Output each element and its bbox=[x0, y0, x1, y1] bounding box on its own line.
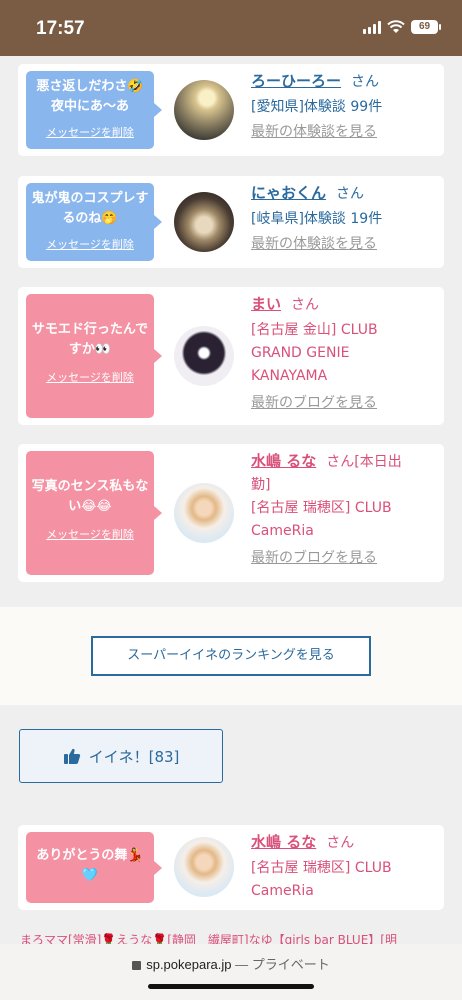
avatar[interactable] bbox=[174, 192, 234, 252]
user-name-link[interactable]: 水嶋 るな bbox=[251, 452, 316, 470]
message-bubble: サモエド行ったんですか👀 メッセージを削除 bbox=[26, 294, 162, 418]
message-card: ありがとうの舞💃🩵 水嶋 るな さん [名古屋 瑞穂区] CLUB CameRia bbox=[18, 825, 444, 910]
message-text: サモエド行ったんですか👀 bbox=[31, 322, 149, 357]
shop-name: CameRia bbox=[251, 523, 314, 539]
message-text: 写真のセンス私もない😂😂 bbox=[31, 479, 149, 514]
shop-name: KANAYAMA bbox=[251, 368, 328, 384]
message-bubble: 鬼が鬼のコスプレするのね🤭 メッセージを削除 bbox=[26, 183, 162, 261]
wifi-icon bbox=[387, 20, 405, 33]
user-detail: [岐阜県]体験談 19件 bbox=[251, 211, 383, 227]
avatar[interactable] bbox=[174, 326, 234, 386]
delete-message-link[interactable]: メッセージを削除 bbox=[30, 235, 150, 255]
thumbs-up-icon bbox=[63, 748, 80, 764]
shop-name: [名古屋 瑞穂区] CLUB bbox=[251, 500, 392, 516]
iine-label: イイネ！[83] bbox=[88, 747, 180, 766]
user-name-link[interactable]: ろーひーろー bbox=[251, 72, 341, 90]
browser-url-bar[interactable]: sp.pokepara.jp — プライベート bbox=[0, 944, 462, 1000]
user-info: 水嶋 るな さん [名古屋 瑞穂区] CLUB CameRia bbox=[251, 831, 434, 903]
latest-blog-link[interactable]: 最新のブログを見る bbox=[251, 392, 434, 415]
latest-blog-link[interactable]: 最新のブログを見る bbox=[251, 547, 434, 570]
message-text: 鬼が鬼のコスプレするのね🤭 bbox=[31, 191, 149, 226]
status-icons: 69 bbox=[363, 20, 441, 34]
status-bar: 17:57 69 bbox=[0, 0, 462, 56]
message-card: 写真のセンス私もない😂😂 メッセージを削除 水嶋 るな さん[本日出 勤] [名古… bbox=[18, 444, 444, 582]
ranking-section: スーパーイイネのランキングを見る bbox=[0, 607, 462, 705]
user-info: にゃおくん さん [岐阜県]体験談 19件 最新の体験談を見る bbox=[251, 182, 434, 256]
honorific: さん bbox=[336, 186, 365, 202]
url-separator: — bbox=[235, 957, 249, 972]
shop-name: 勤] bbox=[251, 477, 271, 493]
honorific: さん[本日出 bbox=[326, 454, 402, 470]
user-info: まい さん [名古屋 金山] CLUB GRAND GENIE KANAYAMA … bbox=[251, 293, 434, 415]
home-indicator[interactable] bbox=[148, 984, 314, 989]
url-domain: sp.pokepara.jp bbox=[146, 957, 232, 972]
url-display[interactable]: sp.pokepara.jp — プライベート bbox=[0, 954, 462, 973]
message-bubble: ありがとうの舞💃🩵 bbox=[26, 832, 162, 903]
avatar[interactable] bbox=[174, 483, 234, 543]
user-info: ろーひーろー さん [愛知県]体験談 99件 最新の体験談を見る bbox=[251, 70, 434, 144]
shop-name: [名古屋 金山] CLUB bbox=[251, 322, 378, 338]
user-detail: [愛知県]体験談 99件 bbox=[251, 99, 383, 115]
user-name-link[interactable]: 水嶋 るな bbox=[251, 833, 316, 851]
message-text: ありがとうの舞💃🩵 bbox=[36, 848, 144, 883]
message-text: 悪さ返しだわさ🤣夜中にあ〜あ bbox=[36, 79, 144, 114]
message-card: 鬼が鬼のコスプレするのね🤭 メッセージを削除 にゃおくん さん [岐阜県]体験談 … bbox=[18, 176, 444, 268]
shop-name: CameRia bbox=[251, 883, 314, 899]
super-iine-ranking-button[interactable]: スーパーイイネのランキングを見る bbox=[91, 636, 371, 676]
cellular-signal-icon bbox=[363, 20, 381, 34]
avatar[interactable] bbox=[174, 80, 234, 140]
message-card: 悪さ返しだわさ🤣夜中にあ〜あ メッセージを削除 ろーひーろー さん [愛知県]体験… bbox=[18, 64, 444, 156]
shop-name: [名古屋 瑞穂区] CLUB bbox=[251, 860, 392, 876]
message-bubble: 悪さ返しだわさ🤣夜中にあ〜あ メッセージを削除 bbox=[26, 71, 162, 149]
message-bubble: 写真のセンス私もない😂😂 メッセージを削除 bbox=[26, 451, 162, 575]
iine-button[interactable]: イイネ！[83] bbox=[19, 729, 223, 783]
lock-icon bbox=[132, 961, 142, 970]
latest-review-link[interactable]: 最新の体験談を見る bbox=[251, 121, 434, 144]
delete-message-link[interactable]: メッセージを削除 bbox=[30, 123, 150, 143]
user-name-link[interactable]: にゃおくん bbox=[251, 184, 326, 202]
user-info: 水嶋 るな さん[本日出 勤] [名古屋 瑞穂区] CLUB CameRia 最新… bbox=[251, 450, 434, 570]
message-card: サモエド行ったんですか👀 メッセージを削除 まい さん [名古屋 金山] CLUB… bbox=[18, 287, 444, 425]
clock: 17:57 bbox=[36, 18, 85, 39]
delete-message-link[interactable]: メッセージを削除 bbox=[30, 368, 150, 388]
user-name-link[interactable]: まい bbox=[251, 295, 281, 313]
latest-review-link[interactable]: 最新の体験談を見る bbox=[251, 233, 434, 256]
shop-name: GRAND GENIE bbox=[251, 345, 350, 361]
honorific: さん bbox=[291, 297, 320, 313]
honorific: さん bbox=[351, 74, 380, 90]
private-mode-label: プライベート bbox=[251, 957, 330, 972]
avatar[interactable] bbox=[174, 837, 234, 897]
honorific: さん bbox=[326, 835, 355, 851]
battery-icon: 69 bbox=[411, 20, 441, 34]
delete-message-link[interactable]: メッセージを削除 bbox=[30, 525, 150, 545]
